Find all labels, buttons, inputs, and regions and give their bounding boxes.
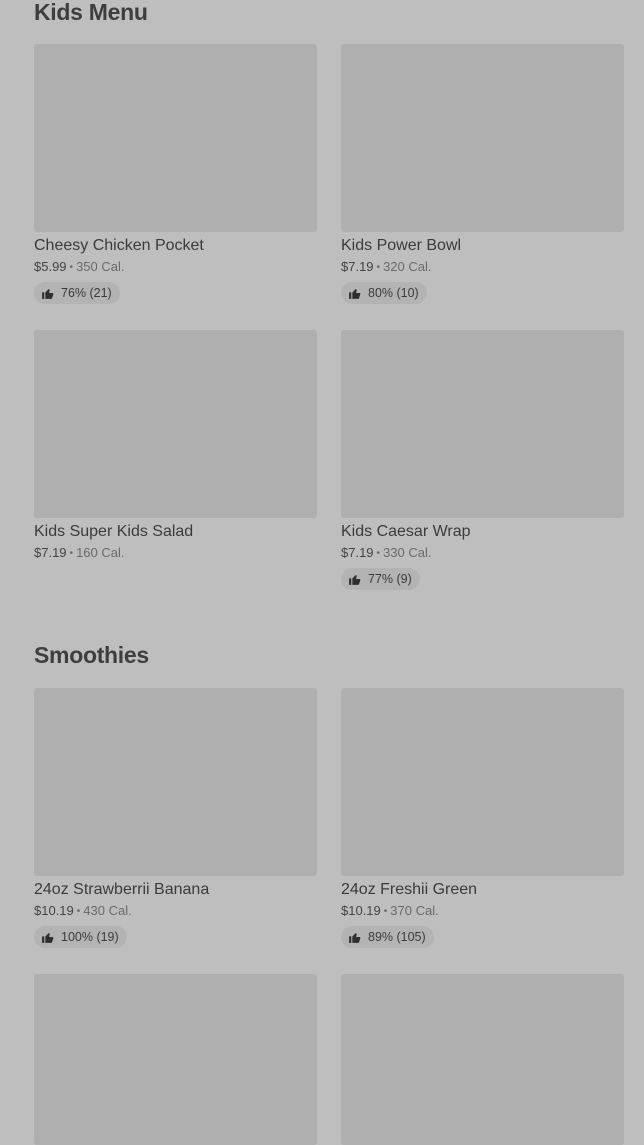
meta-separator: • — [376, 262, 381, 273]
item-price: $7.19 — [341, 545, 374, 560]
item-name: Kids Super Kids Salad — [34, 523, 194, 540]
menu-item-card[interactable]: 24oz Freshii Green $10.19 • 370 Cal. 89% (… — [341, 688, 624, 949]
section-title-kids-menu: Kids Menu — [34, 0, 148, 25]
menu-item-card[interactable]: 24oz Strawberrii Banana $10.19 • 430 Cal. … — [34, 688, 317, 949]
item-name: Kids Caesar Wrap — [341, 523, 471, 540]
item-price: $7.19 — [34, 545, 67, 560]
meta-separator: • — [69, 262, 74, 273]
item-price: $10.19 — [341, 903, 381, 918]
rating-text: 100% (19) — [61, 930, 119, 944]
rating-text: 80% (10) — [368, 286, 419, 300]
menu-item-card[interactable] — [34, 974, 317, 1145]
rating-badge: 89% (105) — [341, 926, 434, 948]
menu-item-card[interactable]: Kids Caesar Wrap $7.19 • 330 Cal. 77% (9) — [341, 330, 624, 591]
item-image-placeholder — [341, 330, 624, 518]
rating-badge: 76% (21) — [34, 282, 120, 304]
thumbs-up-icon — [41, 287, 61, 300]
item-meta: $10.19 • 430 Cal. — [34, 903, 317, 920]
item-image-placeholder — [34, 688, 317, 876]
item-calories: 320 Cal. — [383, 259, 432, 274]
item-price: $7.19 — [341, 259, 374, 274]
item-meta: $7.19 • 320 Cal. — [341, 259, 624, 276]
item-image-placeholder — [34, 974, 317, 1145]
item-name: 24oz Strawberrii Banana — [34, 881, 210, 898]
meta-separator: • — [376, 548, 381, 559]
item-calories: 430 Cal. — [83, 903, 132, 918]
item-price: $10.19 — [34, 903, 74, 918]
menu-item-card[interactable]: Kids Super Kids Salad $7.19 • 160 Cal. — [34, 330, 317, 562]
item-name: 24oz Freshii Green — [341, 881, 478, 898]
item-name: Kids Power Bowl — [341, 237, 462, 254]
meta-separator: • — [69, 548, 74, 559]
menu-item-card[interactable]: Kids Power Bowl $7.19 • 320 Cal. 80% (10) — [341, 44, 624, 305]
thumbs-up-icon — [41, 931, 61, 944]
item-meta: $7.19 • 330 Cal. — [341, 545, 624, 562]
item-image-placeholder — [341, 44, 624, 232]
item-name: Cheesy Chicken Pocket — [34, 237, 204, 254]
rating-text: 89% (105) — [368, 930, 426, 944]
item-price: $5.99 — [34, 259, 67, 274]
thumbs-up-icon — [348, 931, 368, 944]
menu-item-card[interactable] — [341, 974, 624, 1145]
rating-badge: 77% (9) — [341, 568, 420, 590]
item-calories: 350 Cal. — [76, 259, 125, 274]
rating-text: 77% (9) — [368, 572, 412, 586]
item-image-placeholder — [341, 688, 624, 876]
item-calories: 330 Cal. — [383, 545, 432, 560]
rating-text: 76% (21) — [61, 286, 112, 300]
thumbs-up-icon — [348, 573, 368, 586]
section-title-smoothies: Smoothies — [34, 642, 149, 668]
menu-item-card[interactable]: Cheesy Chicken Pocket $5.99 • 350 Cal. 76%… — [34, 44, 317, 305]
item-calories: 370 Cal. — [390, 903, 439, 918]
item-calories: 160 Cal. — [76, 545, 125, 560]
rating-badge: 80% (10) — [341, 282, 427, 304]
item-meta: $5.99 • 350 Cal. — [34, 259, 317, 276]
rating-badge: 100% (19) — [34, 926, 127, 948]
thumbs-up-icon — [348, 287, 368, 300]
meta-separator: • — [383, 906, 388, 917]
item-meta: $7.19 • 160 Cal. — [34, 545, 317, 562]
item-meta: $10.19 • 370 Cal. — [341, 903, 624, 920]
meta-separator: • — [76, 906, 81, 917]
item-image-placeholder — [34, 330, 317, 518]
item-image-placeholder — [341, 974, 624, 1145]
item-image-placeholder — [34, 44, 317, 232]
